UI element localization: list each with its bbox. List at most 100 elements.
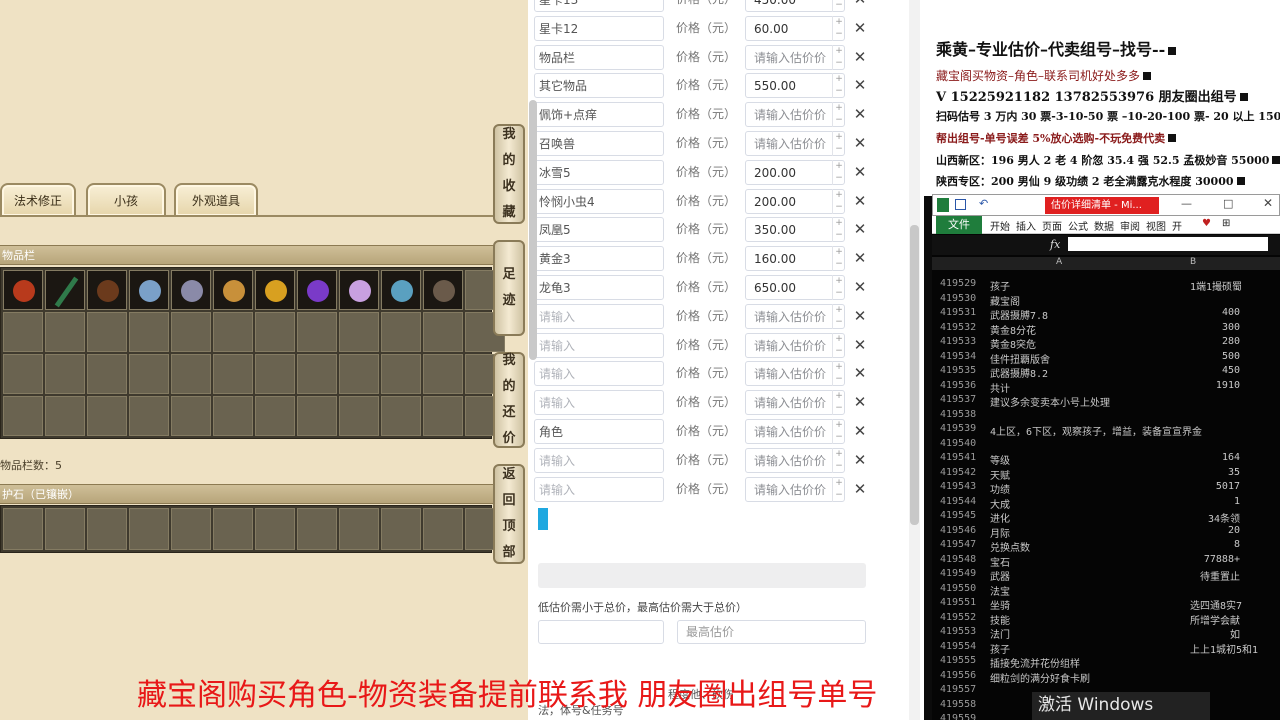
cell-b[interactable]: 上上1城初5和1 [1190,641,1258,656]
empty-slot[interactable] [129,312,169,352]
protect-slot[interactable] [423,508,463,550]
ribbon-tab-data[interactable]: 数据 [1094,218,1114,233]
ribbon-tab-view[interactable]: 视图 [1146,218,1166,233]
sheet-row[interactable]: 419541 等级 164 [940,452,1240,467]
price-input[interactable]: 200.00 [745,188,845,214]
item-slot-0[interactable] [3,270,43,310]
empty-slot[interactable] [129,396,169,436]
sheet-row[interactable]: 419557 [940,684,988,698]
delete-row-icon[interactable]: ✕ [852,477,868,502]
cell-b[interactable]: 280 [1190,336,1240,347]
sheet-row[interactable]: 419553 法门 如 [940,626,1240,641]
cell-a[interactable]: 功绩 [990,481,1010,496]
delete-row-icon[interactable]: ✕ [852,390,868,415]
cell-b[interactable]: 所增学会献 [1190,612,1240,627]
minimize-icon[interactable]: — [1181,197,1192,210]
ribbon-tab-more[interactable]: 开 [1172,218,1182,233]
column-b-header[interactable]: B [1190,257,1196,267]
cell-a[interactable]: 大成 [990,496,1010,511]
sheet-row[interactable]: 419552 技能 所增学会献 [940,612,1240,627]
sheet-row[interactable]: 419546 月际 20 [940,525,1240,540]
price-input[interactable]: 请输入估价价 [745,332,845,358]
column-a-header[interactable]: A [1056,257,1062,267]
maximize-icon[interactable]: □ [1223,197,1233,210]
price-stepper[interactable]: +− [832,131,845,156]
protect-slot[interactable] [255,508,295,550]
my-offers-button[interactable]: 我的还价 [493,352,525,448]
ribbon-tab-layout[interactable]: 页面 [1042,218,1062,233]
sheet-row[interactable]: 419538 [940,409,988,423]
cell-a[interactable]: 佳件扭覇版舍 [990,351,1050,366]
price-input[interactable]: 请输入估价价 [745,390,845,416]
sheet-row[interactable]: 419554 孩子 上上1城初5和1 [940,641,1258,656]
item-slot-7[interactable] [297,270,337,310]
cell-a[interactable]: 进化 [990,510,1010,525]
cell-b[interactable]: 450 [1190,365,1240,376]
price-input[interactable]: 160.00 [745,246,845,272]
item-slot-3[interactable] [129,270,169,310]
my-favorites-button[interactable]: 我的收藏 [493,124,525,224]
empty-slot[interactable] [297,396,337,436]
empty-slot[interactable] [45,396,85,436]
sheet-row[interactable]: 419550 法宝 [940,583,1010,598]
cell-b[interactable]: 300 [1190,322,1240,333]
item-name-input[interactable]: 黄金3 [534,246,664,272]
empty-slot[interactable] [381,396,421,436]
cell-a[interactable]: 黄金8突危 [990,336,1036,351]
delete-row-icon[interactable]: ✕ [852,102,868,127]
cell-a[interactable]: 孩子 [990,641,1010,656]
delete-row-icon[interactable]: ✕ [852,73,868,98]
ribbon-tab-insert[interactable]: 插入 [1016,218,1036,233]
cell-a[interactable]: 法宝 [990,583,1010,598]
delete-row-icon[interactable]: ✕ [852,246,868,271]
empty-slot[interactable] [255,312,295,352]
sheet-row[interactable]: 419529 孩子 1端1撮硕蜀 [940,278,1242,293]
cell-a[interactable]: 武器 [990,568,1010,583]
item-name-input[interactable]: 龙龟3 [534,275,664,300]
empty-slot[interactable] [3,312,43,352]
ribbon-tab-formula[interactable]: 公式 [1068,218,1088,233]
min-estimate-input[interactable] [538,620,664,644]
price-stepper[interactable]: +− [832,390,845,416]
cell-b[interactable]: 77888+ [1190,554,1240,565]
cell-b[interactable]: 选四通8实7 [1190,597,1242,612]
sheet-row[interactable]: 419540 [940,438,988,452]
price-input[interactable]: 请输入估价价 [745,102,845,128]
undo-icon[interactable]: ↶ [979,197,988,210]
empty-slot[interactable] [171,312,211,352]
sheet-row[interactable]: 419555 插接免流并花份组样 [940,655,1080,670]
price-stepper[interactable]: +− [832,15,845,41]
price-input[interactable]: 请输入估价价 [745,131,845,156]
empty-slot[interactable] [87,312,127,352]
add-row-button[interactable] [538,508,548,530]
form-scroll-thumb[interactable] [910,225,919,525]
protect-slot[interactable] [3,508,43,550]
delete-row-icon[interactable]: ✕ [852,160,868,185]
item-name-input[interactable]: 怜悯小虫4 [534,188,664,214]
cell-a[interactable]: 月际 [990,525,1010,540]
item-name-input[interactable]: 佩饰+点痒 [534,102,664,128]
price-stepper[interactable]: +− [832,246,845,272]
cell-b[interactable]: 5017 [1190,481,1240,492]
delete-row-icon[interactable]: ✕ [852,131,868,156]
price-stepper[interactable]: +− [832,419,845,444]
empty-slot[interactable] [423,354,463,394]
cell-b[interactable]: 34条领 [1190,510,1240,525]
cell-a[interactable]: 武器摄膊7.8 [990,307,1048,322]
price-input[interactable]: 550.00 [745,73,845,99]
sheet-row[interactable]: 419548 宝石 77888+ [940,554,1240,569]
close-icon[interactable]: ✕ [1263,196,1273,210]
item-name-input[interactable]: 星卡13 [534,0,664,12]
price-stepper[interactable]: +− [832,275,845,300]
cell-a[interactable]: 天赋 [990,467,1010,482]
item-slot-2[interactable] [87,270,127,310]
empty-slot[interactable] [339,312,379,352]
item-name-input[interactable]: 请输入 [534,361,664,387]
delete-row-icon[interactable]: ✕ [852,419,868,444]
sheet-row[interactable]: 419530 藏宝阁 [940,293,1020,308]
cell-a[interactable]: 法门 [990,626,1010,641]
price-input[interactable]: 200.00 [745,159,845,185]
price-stepper[interactable]: +− [832,188,845,214]
empty-slot[interactable] [381,312,421,352]
item-name-input[interactable]: 冰雪5 [534,159,664,185]
